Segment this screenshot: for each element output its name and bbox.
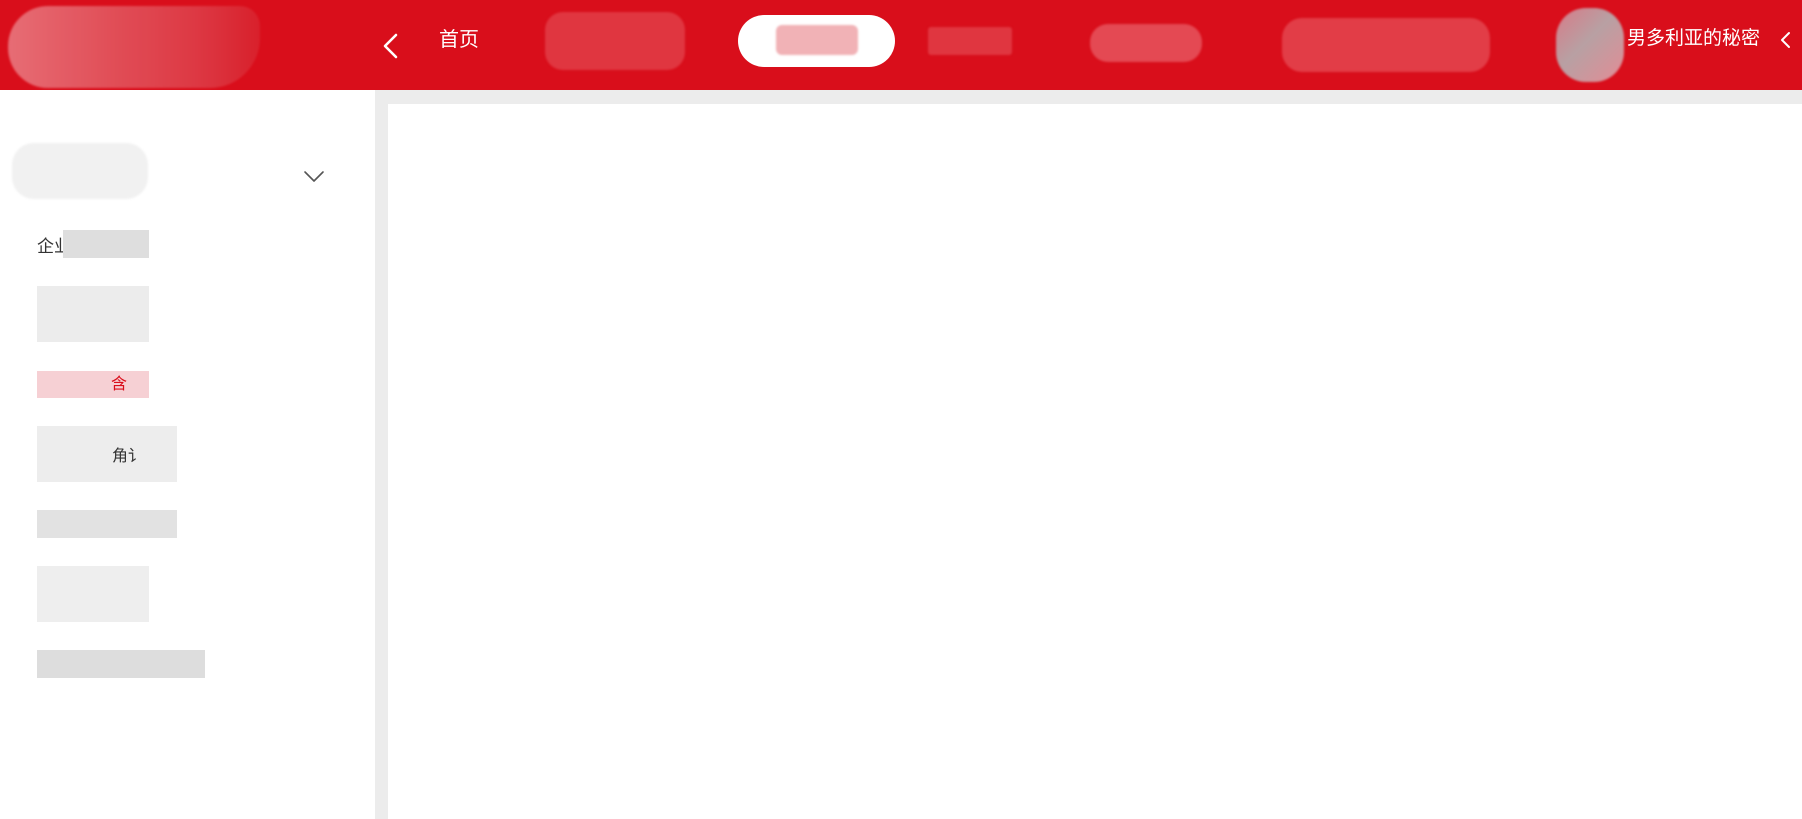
sidebar-item-4-redacted[interactable]: [37, 426, 177, 482]
sidebar-item-2-redacted[interactable]: [37, 286, 149, 342]
sidebar-item-5-redacted[interactable]: [37, 510, 177, 538]
sidebar-item-4-label: 角讠: [112, 448, 145, 465]
nav-item-active-label-redacted: [776, 25, 858, 55]
nav-home-link[interactable]: 首页: [439, 27, 479, 53]
chevron-down-icon[interactable]: [303, 170, 325, 184]
sidebar-item-3-label: 含: [111, 376, 128, 393]
nav-item-redacted-3[interactable]: [928, 27, 1012, 55]
sidebar-item-7-redacted[interactable]: [37, 650, 205, 678]
logo-redacted[interactable]: [8, 6, 260, 88]
main-content: [388, 104, 1802, 819]
sidebar-divider: [375, 90, 388, 819]
nav-item-active[interactable]: [738, 15, 895, 67]
nav-item-redacted-4[interactable]: [1090, 24, 1202, 62]
sidebar-item-6-redacted[interactable]: [37, 566, 149, 622]
content-top-gap: [388, 90, 1802, 104]
username-label[interactable]: 男多利亚的秘密: [1627, 27, 1760, 51]
top-navbar: 首页 男多利亚的秘密: [0, 0, 1802, 90]
nav-item-redacted-5[interactable]: [1282, 18, 1490, 72]
sidebar-item-3-selected[interactable]: [37, 371, 149, 398]
sidebar-group-title-redacted[interactable]: [12, 143, 148, 199]
chevron-left-icon[interactable]: [1779, 31, 1791, 49]
redaction-block: [63, 230, 149, 258]
avatar[interactable]: [1556, 8, 1624, 82]
nav-item-redacted-1[interactable]: [545, 12, 685, 70]
chevron-left-icon[interactable]: [380, 33, 402, 59]
